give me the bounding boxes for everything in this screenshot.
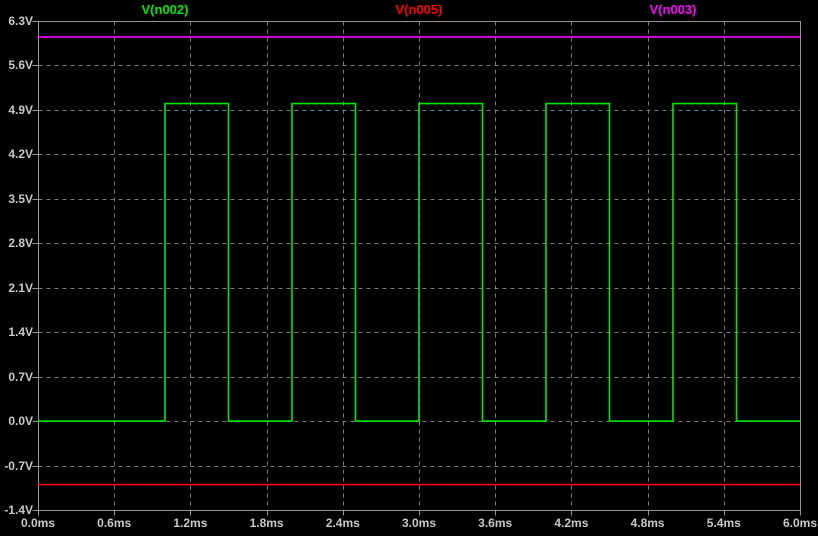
x-axis-tick-label: 6.0ms [783, 516, 817, 530]
y-axis-tick-label: -1.4V [0, 503, 33, 517]
trace-vn002 [38, 104, 800, 422]
x-axis-tick-label: 2.4ms [326, 516, 360, 530]
x-axis-tick-label: 3.0ms [402, 516, 436, 530]
y-axis-tick-label: 6.3V [0, 14, 33, 28]
y-axis-tick-label: 1.4V [0, 325, 33, 339]
y-axis-tick-label: 4.9V [0, 103, 33, 117]
x-axis-tick-label: 1.2ms [173, 516, 207, 530]
y-axis-tick-label: 5.6V [0, 58, 33, 72]
plot-pane[interactable] [0, 0, 818, 536]
y-axis-tick-label: 2.1V [0, 281, 33, 295]
y-axis-tick-label: -0.7V [0, 459, 33, 473]
waveform-plot-window: V(n002) V(n005) V(n003) 6.3V5.6V4.9V4.2V… [0, 0, 818, 536]
x-axis-tick-label: 0.0ms [21, 516, 55, 530]
x-axis-tick-label: 3.6ms [478, 516, 512, 530]
x-axis-tick-label: 0.6ms [97, 516, 131, 530]
x-axis-tick-label: 5.4ms [707, 516, 741, 530]
x-axis-tick-label: 1.8ms [250, 516, 284, 530]
y-axis-tick-label: 2.8V [0, 236, 33, 250]
y-axis-tick-label: 0.7V [0, 370, 33, 384]
x-axis-tick-label: 4.8ms [631, 516, 665, 530]
y-axis-tick-label: 0.0V [0, 414, 33, 428]
y-axis-tick-label: 3.5V [0, 192, 33, 206]
x-axis-tick-label: 4.2ms [554, 516, 588, 530]
y-axis-tick-label: 4.2V [0, 147, 33, 161]
